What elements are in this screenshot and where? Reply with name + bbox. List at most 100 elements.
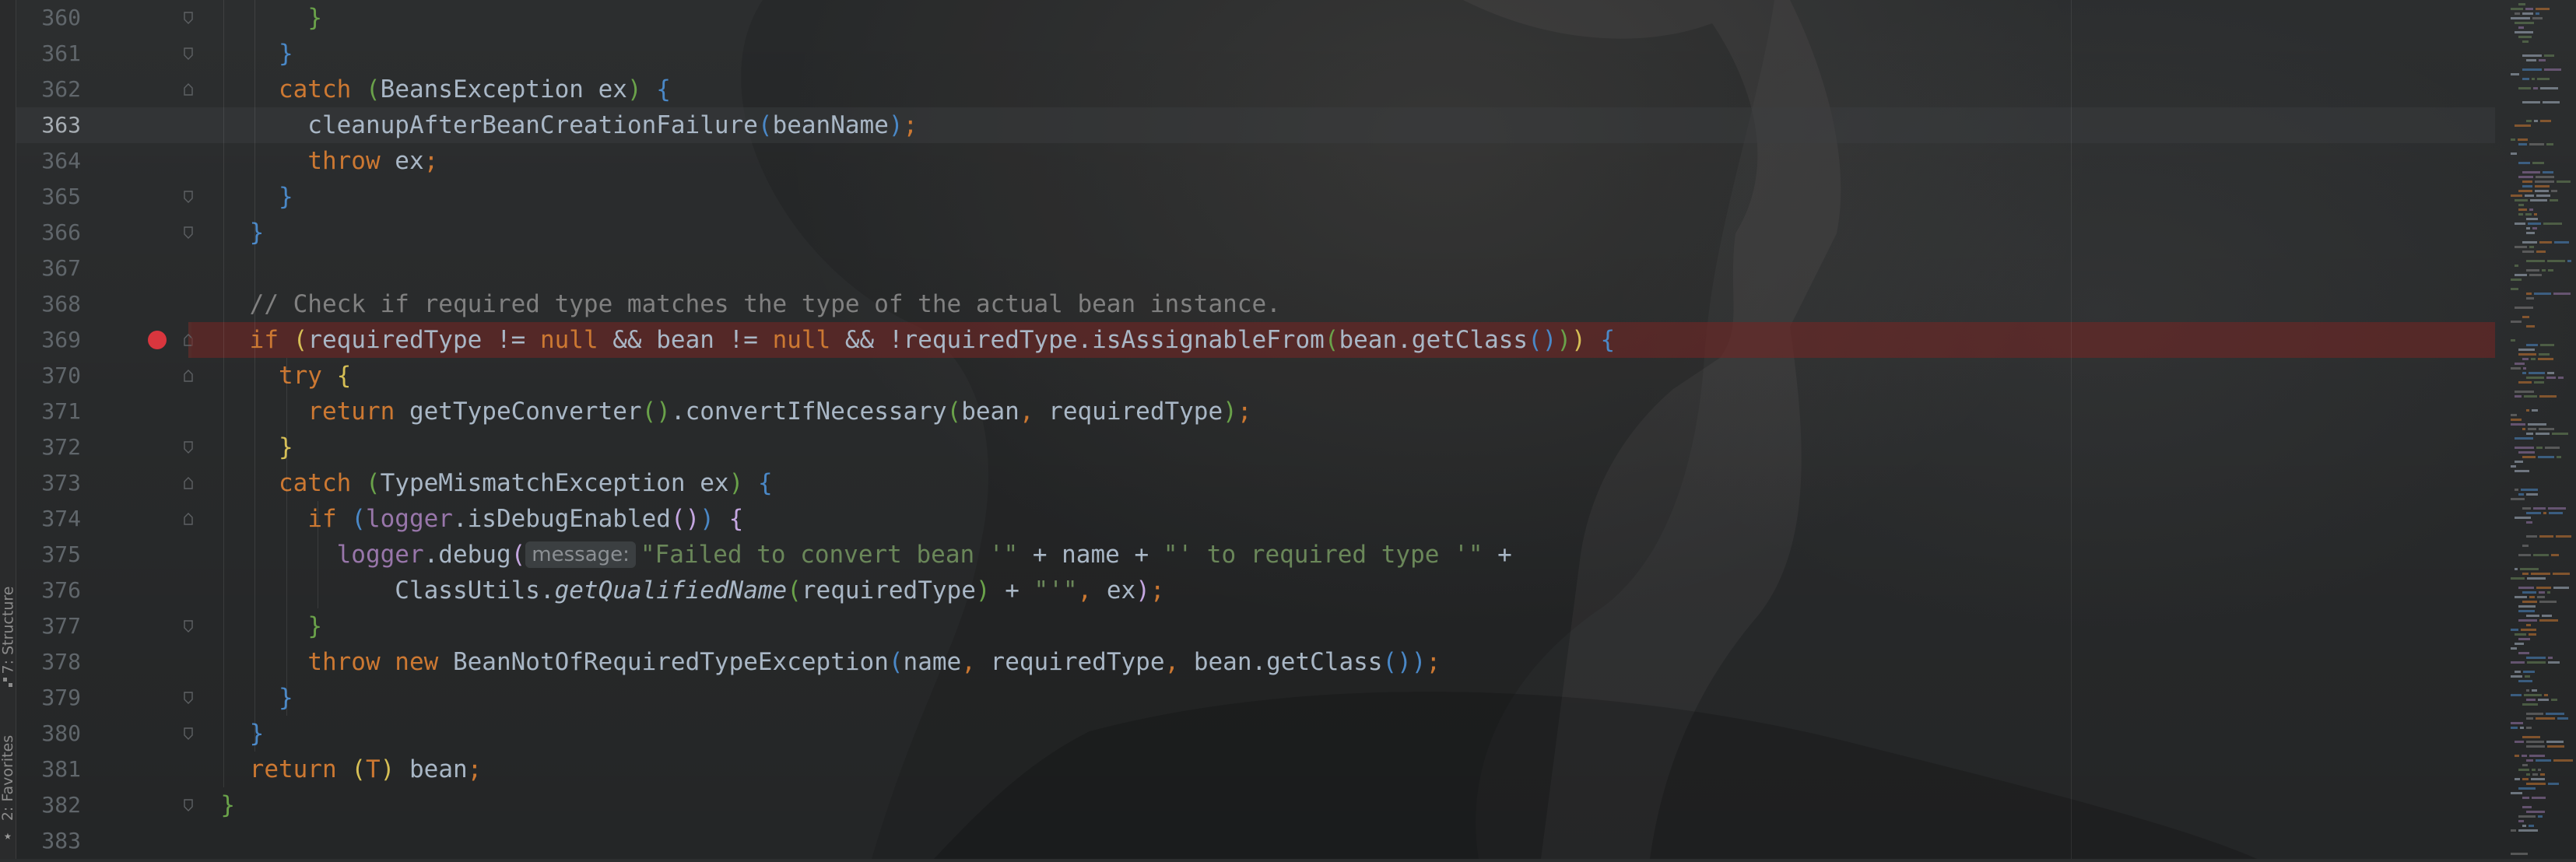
editor-code-area[interactable]: } } catch (BeansException ex) { cleanupA… bbox=[191, 0, 2495, 859]
minimap-mark bbox=[2536, 176, 2554, 178]
structure-tool-tab[interactable]: 7: Structure bbox=[0, 576, 16, 685]
gutter-row[interactable]: 370 bbox=[16, 358, 193, 394]
code-token: bean.getClass bbox=[1339, 326, 1528, 354]
minimap-mark bbox=[2539, 591, 2545, 594]
gutter-row[interactable]: 373 bbox=[16, 465, 193, 501]
gutter-row[interactable]: 372 bbox=[16, 429, 193, 465]
code-line[interactable]: throw ex; bbox=[191, 143, 2495, 179]
minimap-mark bbox=[2547, 591, 2550, 594]
minimap-mark bbox=[2511, 414, 2517, 416]
code-token: ) bbox=[1135, 576, 1150, 604]
gutter-row[interactable]: 382 bbox=[16, 787, 193, 823]
minimap-mark bbox=[2526, 377, 2544, 379]
minimap-mark bbox=[2547, 260, 2565, 262]
breakpoint-icon[interactable] bbox=[148, 331, 167, 349]
code-line[interactable]: } bbox=[191, 608, 2495, 644]
gutter-row[interactable]: 367 bbox=[16, 251, 191, 286]
gutter-row[interactable]: 375 bbox=[16, 537, 191, 573]
code-line[interactable]: } bbox=[191, 215, 2495, 251]
code-text: } bbox=[191, 716, 265, 752]
minimap-mark bbox=[2556, 535, 2571, 538]
gutter-row[interactable]: 371 bbox=[16, 394, 191, 429]
minimap-mark bbox=[2518, 619, 2537, 622]
code-token: ex bbox=[380, 147, 424, 175]
minimap-mark bbox=[2521, 489, 2538, 491]
code-line[interactable]: if (logger.isDebugEnabled()) { bbox=[191, 501, 2495, 537]
minimap-mark bbox=[2518, 87, 2531, 89]
minimap-mark bbox=[2522, 241, 2537, 244]
code-line[interactable]: throw new BeanNotOfRequiredTypeException… bbox=[191, 644, 2495, 680]
minimap-mark bbox=[2511, 17, 2530, 19]
gutter-row[interactable]: 378 bbox=[16, 644, 191, 680]
minimap-mark bbox=[2518, 176, 2533, 178]
gutter-row[interactable]: 361 bbox=[16, 36, 193, 72]
code-token: requiredType bbox=[801, 576, 976, 604]
minimap-mark bbox=[2540, 120, 2551, 122]
minimap-mark bbox=[2532, 162, 2544, 164]
editor-gutter[interactable]: 360 361 362 363 364 365 366 367 368 369 370 371 372 3… bbox=[16, 0, 193, 859]
code-line[interactable]: // Check if required type matches the ty… bbox=[191, 286, 2495, 322]
minimap-mark bbox=[2515, 395, 2522, 398]
gutter-row[interactable]: 360 bbox=[16, 0, 193, 36]
code-line[interactable]: return getTypeConverter().convertIfNeces… bbox=[191, 394, 2495, 429]
gutter-row[interactable]: 374 bbox=[16, 501, 193, 537]
gutter-row[interactable]: 362 bbox=[16, 72, 193, 107]
minimap-mark bbox=[2522, 601, 2537, 603]
minimap-mark bbox=[2557, 456, 2561, 458]
code-line[interactable]: } bbox=[191, 787, 2495, 823]
minimap-mark bbox=[2524, 694, 2542, 696]
line-number: 383 bbox=[41, 828, 81, 853]
code-token: T bbox=[365, 755, 381, 783]
gutter-row[interactable]: 376 bbox=[16, 573, 191, 608]
code-line[interactable]: } bbox=[191, 680, 2495, 716]
code-line[interactable]: } bbox=[191, 716, 2495, 752]
minimap-mark bbox=[2526, 227, 2530, 230]
code-text: catch (TypeMismatchException ex) { bbox=[191, 465, 773, 501]
code-line-breakpoint[interactable]: if (requiredType != null && bean != null… bbox=[191, 322, 2495, 358]
code-line[interactable]: return (T) bean; bbox=[191, 752, 2495, 787]
gutter-row[interactable]: 369 bbox=[16, 322, 193, 358]
code-line[interactable]: } bbox=[191, 429, 2495, 465]
code-line[interactable]: logger.debug(message: "Failed to convert … bbox=[191, 537, 2495, 573]
minimap-mark bbox=[2553, 573, 2570, 575]
code-line[interactable]: } bbox=[191, 36, 2495, 72]
minimap-mark bbox=[2525, 213, 2532, 216]
code-token: catch bbox=[278, 469, 352, 497]
code-line[interactable]: try { bbox=[191, 358, 2495, 394]
gutter-row[interactable]: 364 bbox=[16, 143, 191, 179]
minimap-mark bbox=[2526, 521, 2532, 524]
gutter-row[interactable]: 381 bbox=[16, 752, 191, 787]
minimap-mark bbox=[2515, 517, 2531, 519]
favorites-tool-tab[interactable]: 2: Favorites bbox=[0, 724, 16, 832]
gutter-row[interactable]: 380 bbox=[16, 716, 193, 752]
code-line[interactable] bbox=[191, 823, 2495, 859]
minimap-mark bbox=[2520, 727, 2524, 729]
code-text: } bbox=[191, 787, 235, 823]
gutter-row[interactable]: 368 bbox=[16, 286, 191, 322]
code-line[interactable]: ClassUtils.getQualifiedName(requiredType… bbox=[191, 573, 2495, 608]
code-text: if (requiredType != null && bean != null… bbox=[191, 322, 1615, 358]
minimap-mark bbox=[2530, 199, 2547, 201]
code-minimap[interactable] bbox=[2504, 0, 2576, 859]
code-line[interactable]: } bbox=[191, 179, 2495, 215]
gutter-row[interactable]: 383 bbox=[16, 823, 191, 859]
gutter-row[interactable]: 363 bbox=[16, 107, 191, 143]
code-line[interactable] bbox=[191, 251, 2495, 286]
gutter-row[interactable]: 379 bbox=[16, 680, 193, 716]
code-line[interactable]: catch (BeansException ex) { bbox=[191, 72, 2495, 107]
code-line-current[interactable]: cleanupAfterBeanCreationFailure(beanName… bbox=[191, 107, 2495, 143]
minimap-mark bbox=[2511, 419, 2522, 421]
gutter-row[interactable]: 366 bbox=[16, 215, 193, 251]
code-text: throw new BeanNotOfRequiredTypeException… bbox=[191, 644, 1441, 680]
code-token: ( bbox=[946, 398, 962, 426]
favorites-tab-label: 2: Favorites bbox=[0, 734, 17, 822]
code-token: .convertIfNecessary bbox=[670, 398, 947, 426]
gutter-row[interactable]: 377 bbox=[16, 608, 193, 644]
minimap-mark bbox=[2518, 610, 2535, 612]
gutter-row[interactable]: 365 bbox=[16, 179, 193, 215]
code-line[interactable]: } bbox=[191, 0, 2495, 36]
code-line[interactable]: catch (TypeMismatchException ex) { bbox=[191, 465, 2495, 501]
code-text: if (logger.isDebugEnabled()) { bbox=[191, 501, 743, 537]
